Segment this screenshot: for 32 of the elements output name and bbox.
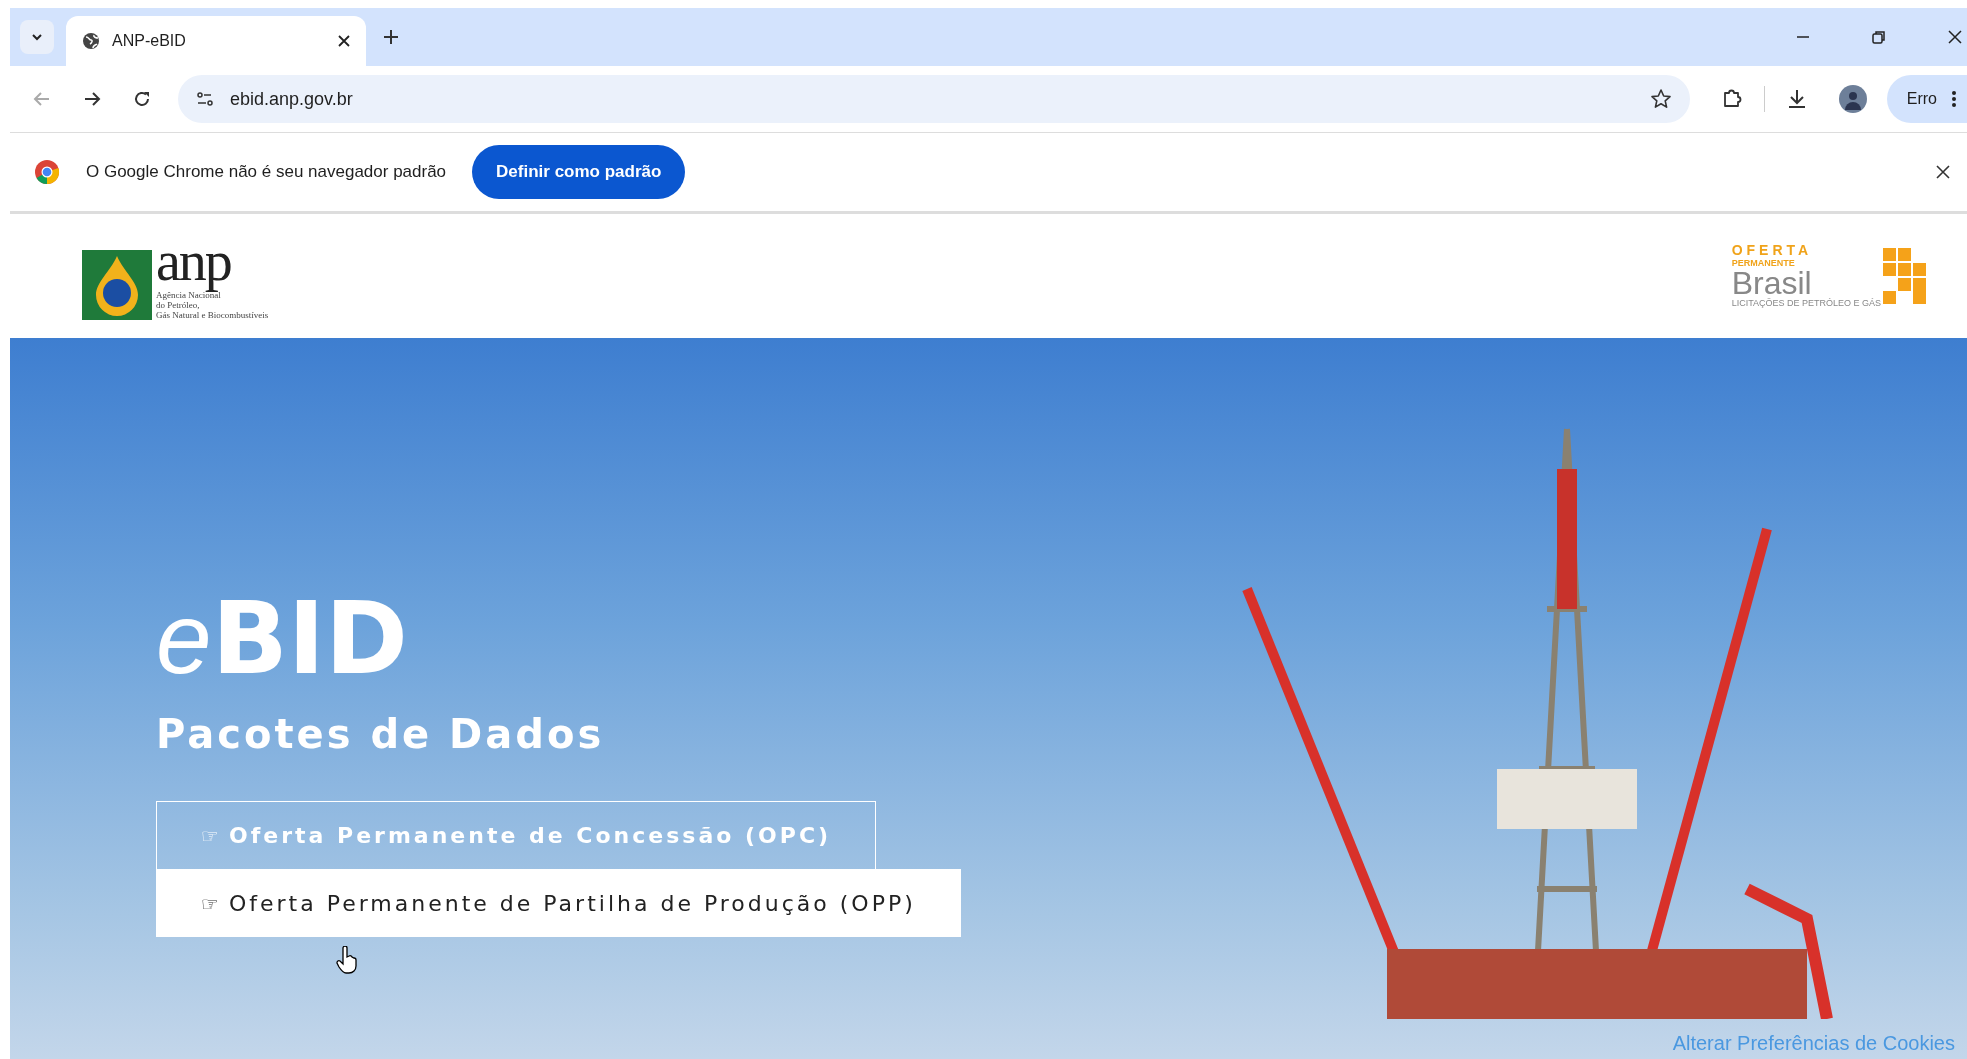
chrome-logo-icon (34, 159, 60, 185)
page-title: eBID (156, 588, 409, 689)
close-icon[interactable] (1935, 164, 1951, 180)
profile-error-button[interactable]: Erro (1886, 75, 1967, 123)
bookmark-star-icon[interactable] (1649, 88, 1672, 110)
restore-icon[interactable] (1871, 29, 1887, 45)
logo-text: LICITAÇÕES DE PETRÓLEO E GÁS (1731, 298, 1881, 309)
close-icon[interactable] (338, 35, 350, 47)
globe-icon (82, 32, 100, 50)
anp-logo-text: anp (156, 232, 232, 290)
browser-tab[interactable]: ANP-eBID (66, 16, 366, 66)
avatar-icon[interactable] (1838, 85, 1867, 113)
logo-subtitle: do Petróleo, (156, 300, 201, 310)
infobar-message: O Google Chrome não é seu navegador padrão (86, 162, 447, 182)
drop-emblem-icon (82, 250, 152, 320)
logo-text: OFERTA (1731, 243, 1814, 258)
package-link-button[interactable]: ☞ Oferta Permanente de Partilha de Produção (OPP) (156, 869, 961, 937)
set-default-button[interactable]: Definir como padrão (472, 145, 686, 199)
address-bar[interactable]: ebid.anp.gov.br (178, 75, 1690, 123)
new-tab-icon[interactable] (382, 28, 400, 46)
logo-subtitle: Gás Natural e Biocombustíveis (156, 310, 269, 320)
reload-icon[interactable] (132, 89, 152, 109)
close-icon[interactable] (1947, 29, 1963, 45)
logo-text: PERMANENTE (1731, 258, 1796, 268)
tile-grid-icon (1883, 248, 1927, 304)
more-menu-icon[interactable] (1951, 90, 1957, 108)
hand-cursor-icon (336, 946, 358, 974)
logo-text: Brasil (1731, 268, 1812, 298)
tab-search-button[interactable] (20, 20, 54, 54)
pointing-hand-icon: ☞ (201, 891, 219, 916)
pointing-hand-icon: ☞ (201, 823, 219, 848)
page-subtitle: Pacotes de Dados (156, 711, 605, 757)
